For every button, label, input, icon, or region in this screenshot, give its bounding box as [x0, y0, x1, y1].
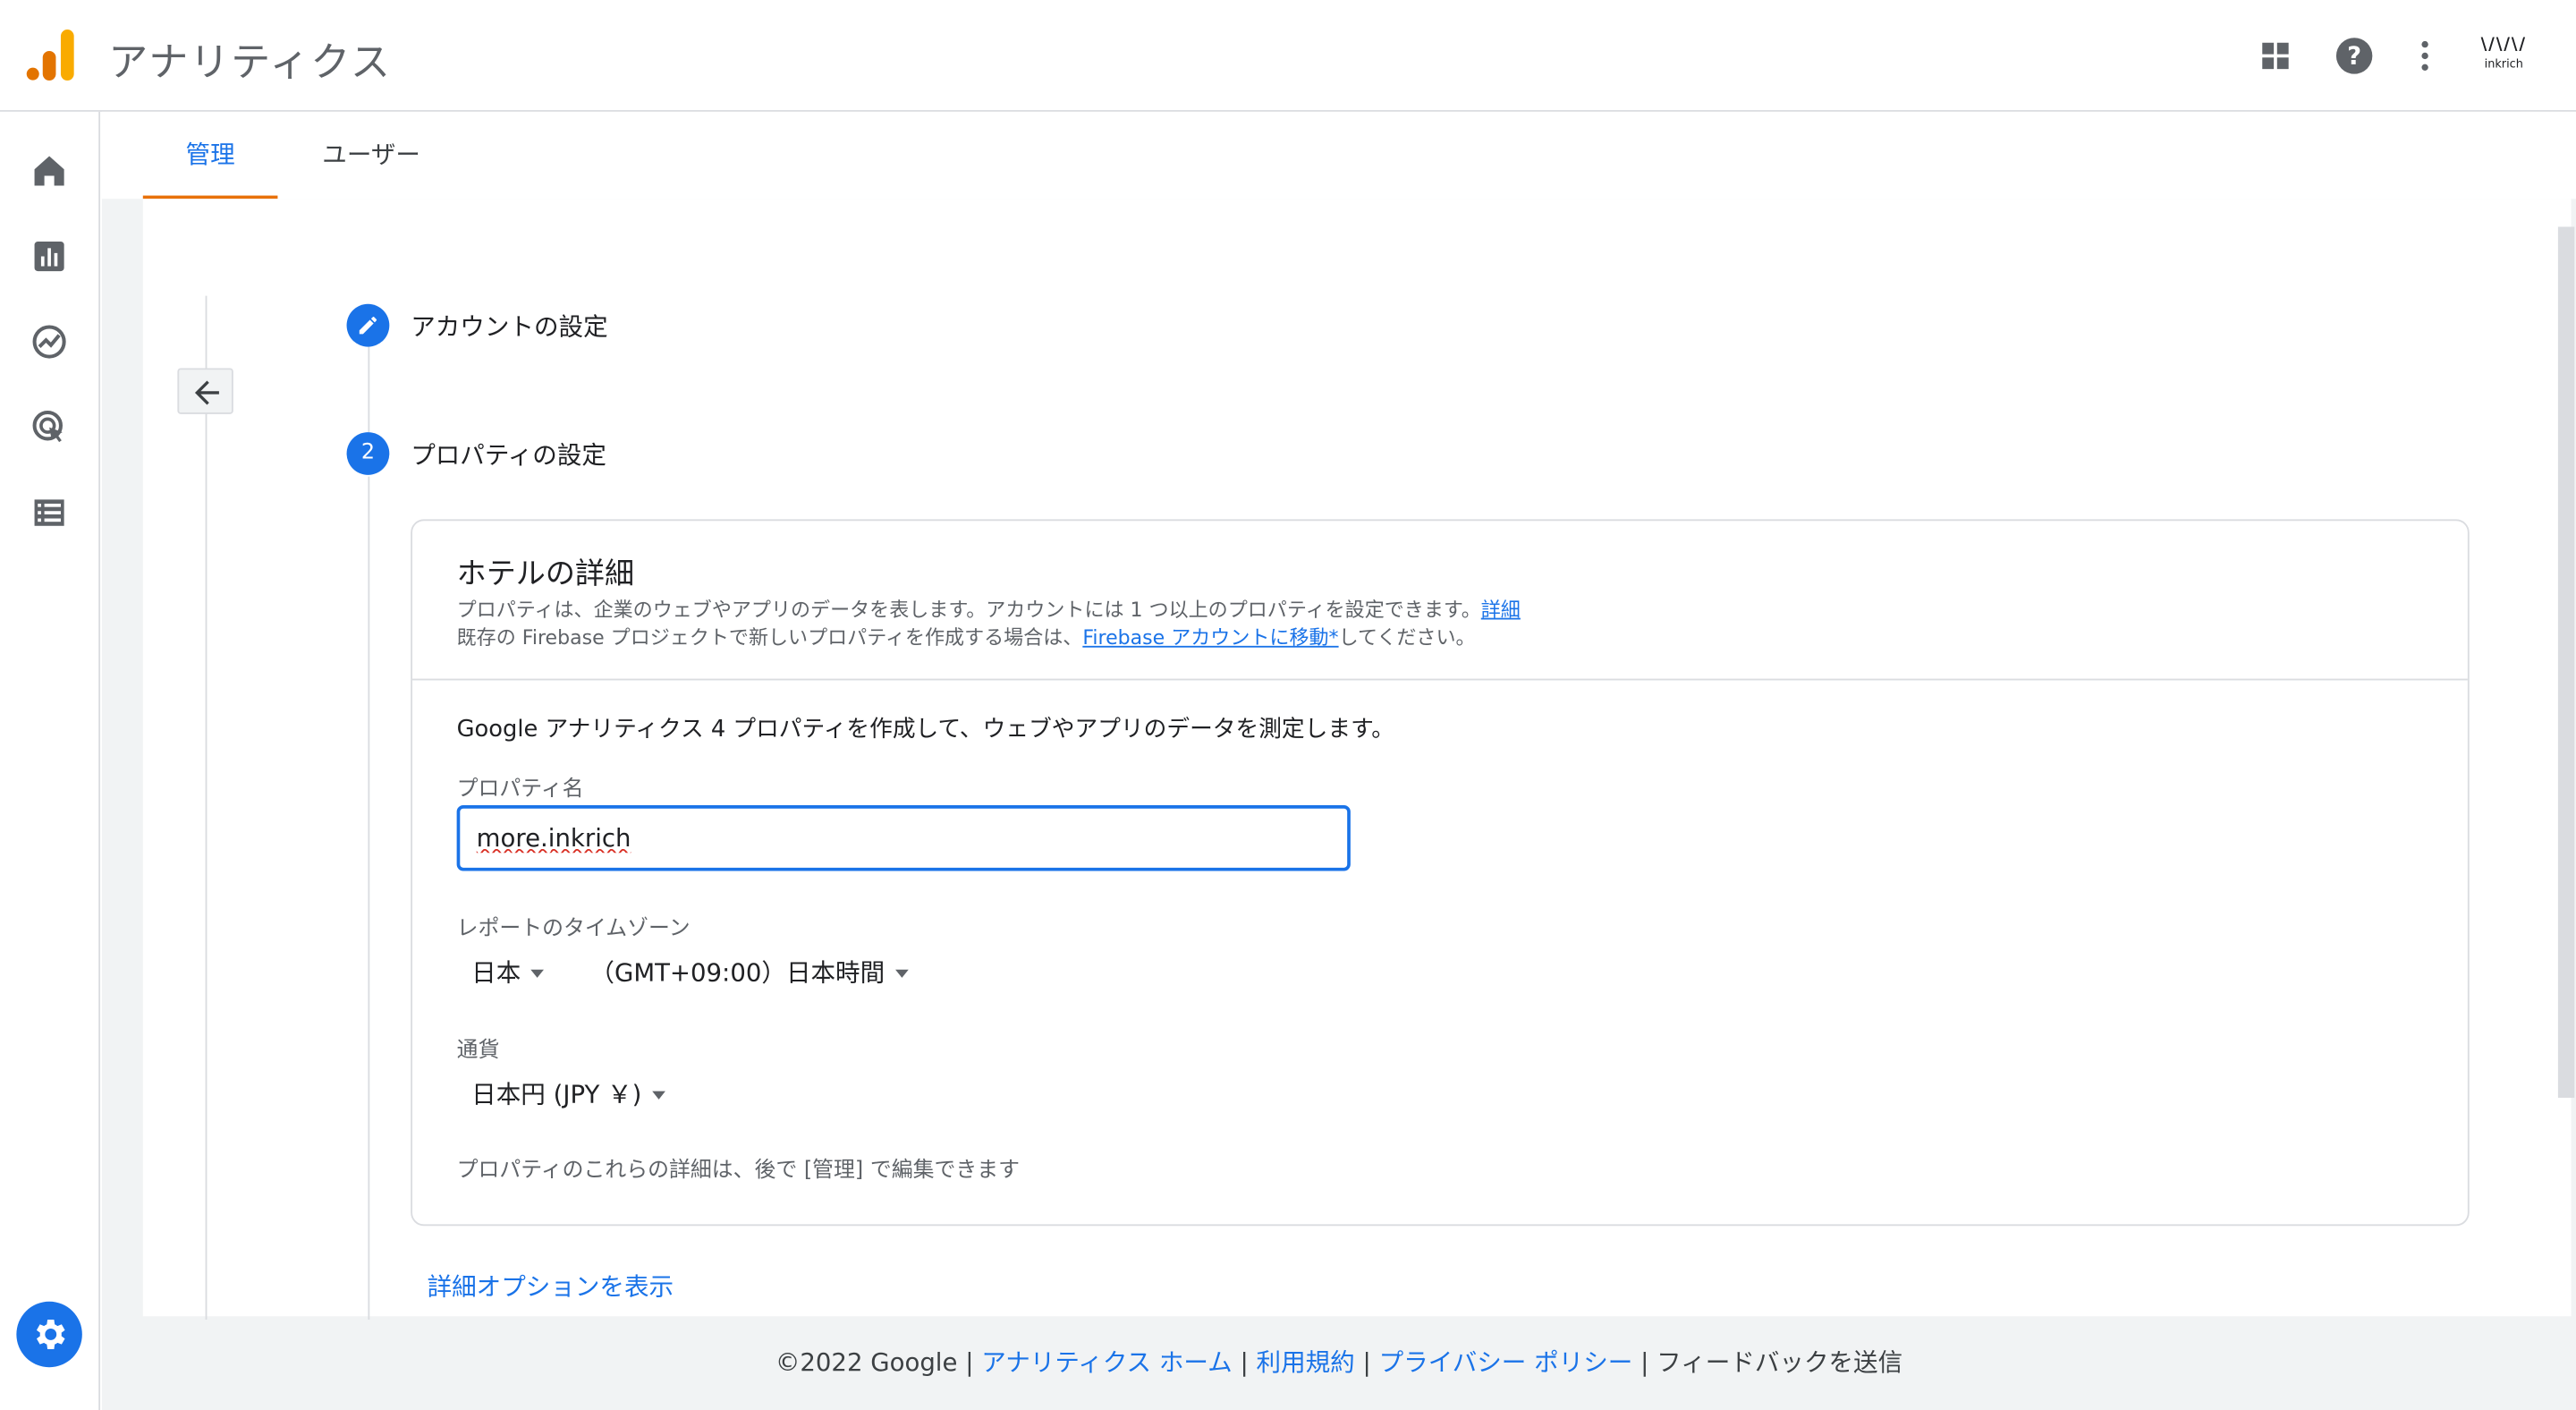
gear-icon [36, 1319, 65, 1350]
analytics-logo-icon[interactable] [26, 26, 75, 81]
pencil-icon [359, 317, 377, 335]
svg-text:?: ? [2347, 42, 2361, 71]
firebase-description-suffix: してください。 [1338, 625, 1476, 650]
timezone-label: レポートのタイムゾーン [456, 916, 691, 942]
advertising-icon[interactable] [30, 408, 69, 447]
show-advanced-options-link[interactable]: 詳細オプションを表示 [428, 1269, 674, 1304]
ga4-intro-text: Google アナリティクス 4 プロパティを作成して、ウェブやアプリのデータを… [456, 716, 1394, 743]
app-header: アナリティクス ? \/\/\/ inkrich [0, 0, 2576, 112]
firebase-account-link[interactable]: Firebase アカウントに移動* [1082, 626, 1338, 650]
tab-user[interactable]: ユーザー [302, 112, 440, 199]
footer-separator: | [1640, 1347, 1657, 1378]
back-rail [205, 295, 208, 1320]
chevron-down-icon [651, 1091, 665, 1100]
side-navigation [0, 111, 101, 1410]
arrow-back-icon [194, 380, 219, 405]
footer-separator: | [1240, 1347, 1257, 1378]
details-title: ホテルの詳細 [456, 556, 635, 592]
reports-icon[interactable] [30, 236, 69, 276]
step-2-circle: 2 [346, 432, 390, 475]
timezone-select[interactable]: （GMT+09:00）日本時間 [589, 955, 908, 990]
country-select[interactable]: 日本 [471, 955, 545, 990]
main-content: 管理 ユーザー アカウントの設定 2 プロパティの設定 ホテルの詳細 プロパティ… [101, 111, 2576, 1410]
account-mark: \/\/\/ [2480, 36, 2527, 55]
currency-select[interactable]: 日本円 (JPY ￥) [471, 1076, 665, 1111]
details-header: ホテルの詳細 プロパティは、企業のウェブやアプリのデータを表します。アカウントに… [412, 521, 2468, 681]
admin-button[interactable] [16, 1301, 82, 1368]
help-icon[interactable]: ? [2334, 36, 2374, 75]
property-name-input[interactable] [456, 805, 1351, 871]
step-2-label: プロパティの設定 [411, 440, 606, 471]
step-1-circle [346, 303, 390, 347]
footer: ©2022 Google | アナリティクス ホーム | 利用規約 | プライバ… [102, 1345, 2576, 1394]
step-connector [368, 476, 370, 1320]
property-name-label: プロパティ名 [456, 777, 584, 803]
scrollbar[interactable] [2557, 226, 2575, 1098]
property-description: プロパティは、企業のウェブやアプリのデータを表します。アカウントには 1 つ以上… [457, 595, 1521, 623]
explore-icon[interactable] [30, 322, 69, 361]
step-connector [368, 346, 370, 433]
chevron-down-icon [530, 969, 545, 978]
property-details-panel: ホテルの詳細 プロパティは、企業のウェブやアプリのデータを表します。アカウントに… [411, 519, 2470, 1227]
apps-icon[interactable] [2256, 36, 2295, 75]
currency-select-value: 日本円 (JPY ￥) [471, 1079, 642, 1109]
account-name: inkrich [2484, 57, 2523, 71]
home-icon[interactable] [30, 151, 69, 191]
footer-link-privacy[interactable]: プライバシー ポリシー [1379, 1347, 1633, 1377]
currency-label: 通貨 [456, 1038, 500, 1064]
timezone-select-value: （GMT+09:00）日本時間 [589, 957, 886, 988]
account-avatar[interactable]: \/\/\/ inkrich [2471, 36, 2537, 79]
footer-separator: | [1362, 1347, 1379, 1378]
footer-separator: | [965, 1347, 982, 1378]
tab-admin[interactable]: 管理 [142, 112, 278, 200]
chevron-down-icon [894, 969, 908, 978]
send-feedback-link[interactable]: フィードバックを送信 [1657, 1347, 1902, 1377]
back-button[interactable] [177, 368, 233, 414]
firebase-description-prefix: 既存の Firebase プロジェクトで新しいプロパティを作成する場合は、 [456, 625, 1083, 650]
property-description-text: プロパティは、企業のウェブやアプリのデータを表します。アカウントには 1 つ以上… [456, 598, 1481, 622]
footer-link-terms[interactable]: 利用規約 [1257, 1347, 1355, 1377]
configure-icon[interactable] [30, 493, 69, 532]
app-title: アナリティクス [108, 39, 392, 86]
copyright: ©2022 Google [775, 1347, 958, 1378]
tab-bar: 管理 ユーザー [101, 111, 2576, 200]
footer-link-analytics-home[interactable]: アナリティクス ホーム [981, 1347, 1232, 1377]
edit-later-note: プロパティのこれらの詳細は、後で [管理] で編集できます [456, 1158, 1020, 1184]
step-1-label[interactable]: アカウントの設定 [411, 309, 607, 344]
firebase-description: 既存の Firebase プロジェクトで新しいプロパティを作成する場合は、Fir… [457, 623, 1476, 650]
more-vert-icon[interactable] [2405, 36, 2445, 75]
country-select-value: 日本 [471, 957, 521, 988]
learn-more-link[interactable]: 詳細 [1481, 599, 1521, 622]
